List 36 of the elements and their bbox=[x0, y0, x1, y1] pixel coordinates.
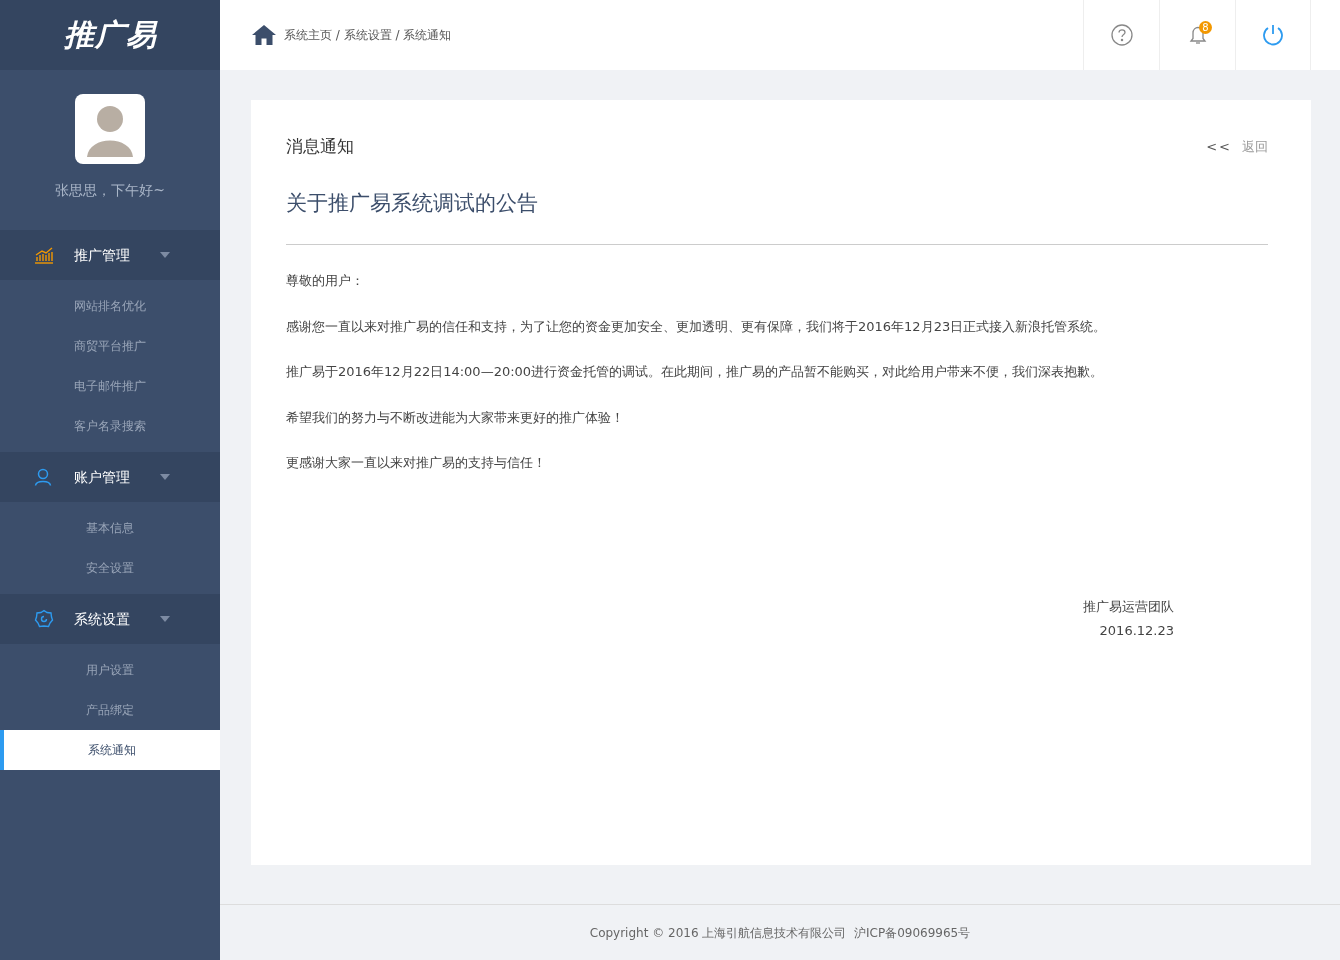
paragraph: 更感谢大家一直以来对推广易的支持与信任！ bbox=[286, 454, 547, 472]
user-icon bbox=[34, 468, 52, 486]
power-icon bbox=[1261, 23, 1285, 47]
signature: 推广易运营团队 bbox=[1082, 597, 1174, 616]
menu-item[interactable]: 网站排名优化 bbox=[0, 286, 220, 326]
menu-item[interactable]: 产品绑定 bbox=[0, 690, 220, 730]
home-icon[interactable] bbox=[252, 25, 276, 45]
menu-item[interactable]: 系统通知 bbox=[0, 730, 220, 770]
menu-item[interactable]: 安全设置 bbox=[0, 548, 220, 588]
menu-item[interactable]: 客户名录搜索 bbox=[0, 406, 220, 446]
back-link[interactable]: 返回 bbox=[1242, 137, 1268, 157]
paragraph: 推广易于2016年12月22日14:00—20:00进行资金托管的调试。在此期间，推广易的产品暂不能购买，对此给用户带来不便，我们深表抱歉。 bbox=[286, 363, 1105, 381]
user-greeting: 张思思，下午好~ bbox=[55, 181, 165, 200]
date: 2016.12.23 bbox=[1098, 621, 1174, 640]
paragraph: 希望我们的努力与不断改进能为大家带来更好的推广体验！ bbox=[286, 408, 625, 427]
menu-item[interactable]: 电子邮件推广 bbox=[0, 366, 220, 406]
chart-icon bbox=[34, 246, 54, 264]
article-title: 关于推广易系统调试的公告 bbox=[286, 189, 539, 217]
avatar bbox=[75, 94, 145, 164]
power-button[interactable] bbox=[1235, 0, 1311, 70]
menu-group-header[interactable]: 账户管理 bbox=[0, 452, 220, 502]
menu-group-header[interactable]: 系统设置 bbox=[0, 594, 220, 644]
notification-badge: 8 bbox=[1199, 21, 1212, 34]
breadcrumb: 系统主页 / 系统设置 / 系统通知 bbox=[284, 27, 452, 44]
menu-item[interactable]: 基本信息 bbox=[0, 508, 220, 548]
gear-icon bbox=[34, 609, 54, 629]
menu-item[interactable]: 商贸平台推广 bbox=[0, 326, 220, 366]
logo: 推广易 bbox=[63, 20, 157, 50]
paragraph: 感谢您一直以来对推广易的信任和支持，为了让您的资金更加安全、更加透明、更有保障，我们将于2016年12月23日正式接入新浪托管系统。 bbox=[286, 317, 1108, 336]
panel-title: 消息通知 bbox=[286, 135, 354, 158]
salutation: 尊敬的用户： bbox=[286, 272, 365, 290]
copyright-text: Copyright © 2016 上海引航信息技术有限公司 沪ICP备09069965号 bbox=[589, 924, 971, 942]
back-arrow: << bbox=[1206, 138, 1232, 156]
help-icon bbox=[1110, 24, 1133, 46]
menu-group-header[interactable]: 推广管理 bbox=[0, 230, 220, 280]
menu-item[interactable]: 用户设置 bbox=[0, 650, 220, 690]
